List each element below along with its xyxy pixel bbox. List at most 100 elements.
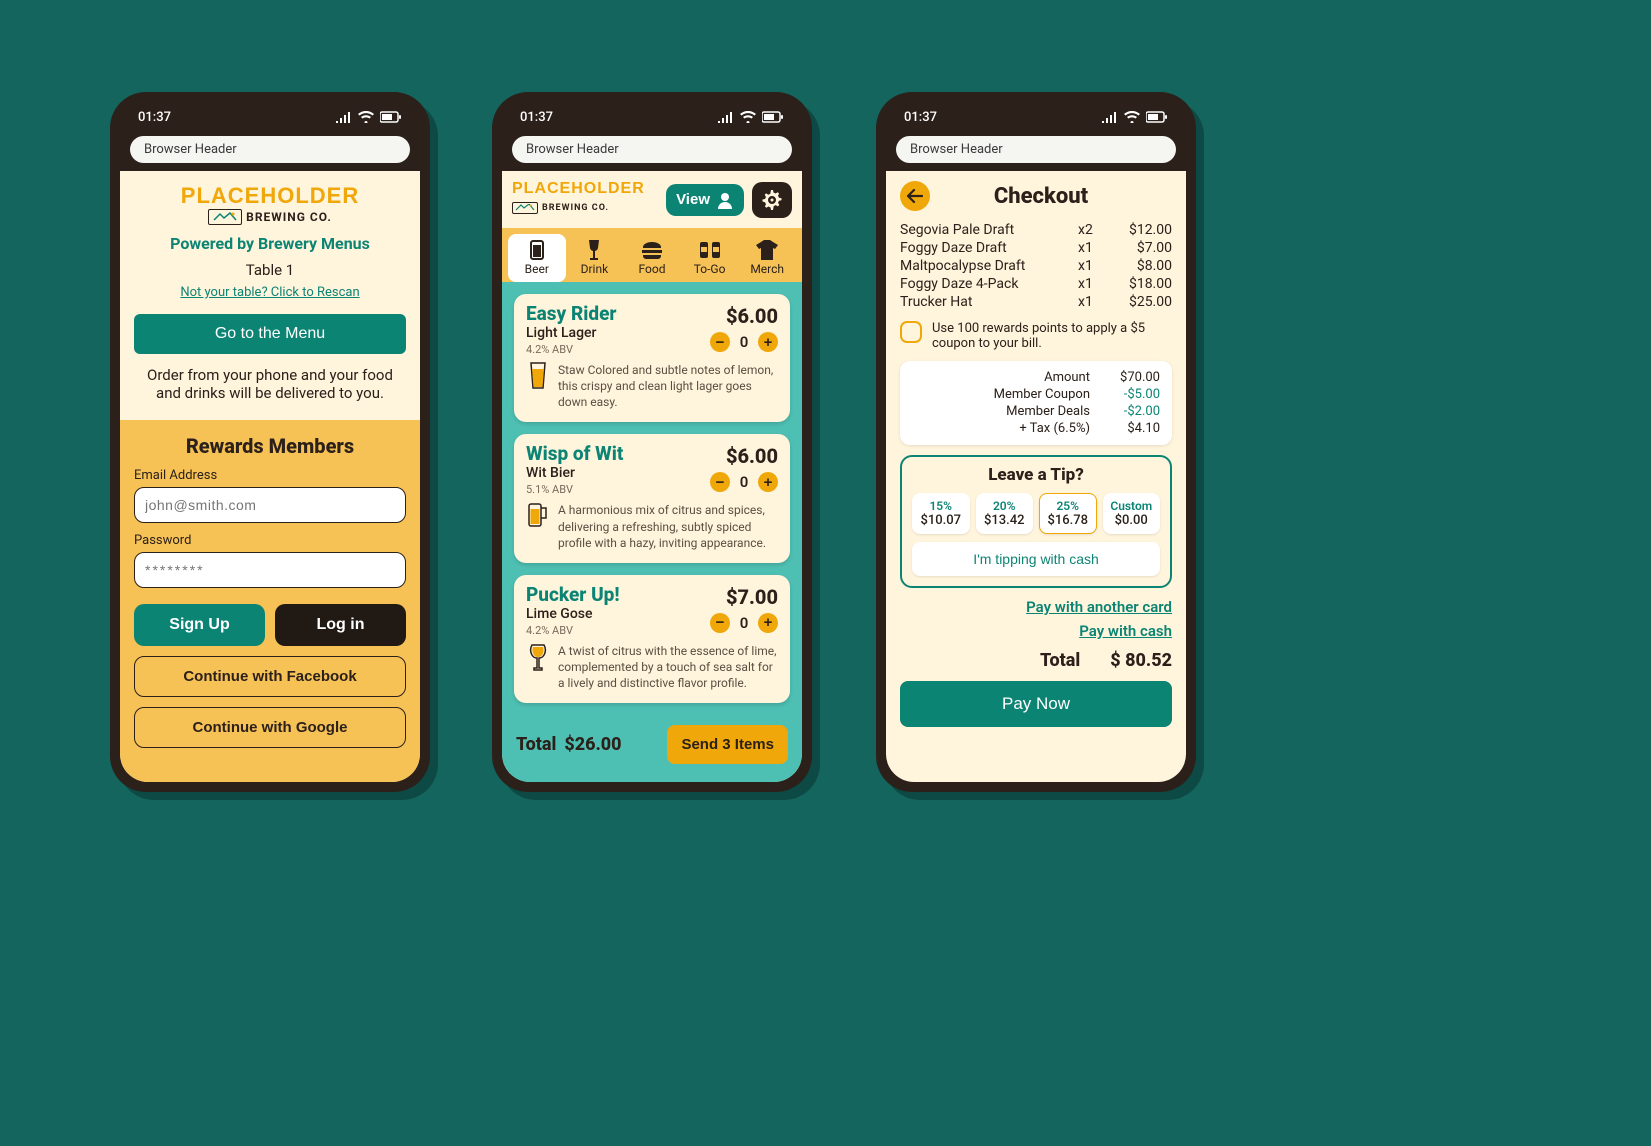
qty-plus-button[interactable]: + [758,332,778,352]
browser-header[interactable]: Browser Header [130,136,410,163]
rewards-title: Rewards Members [134,434,406,458]
email-field[interactable] [134,487,406,523]
password-field[interactable] [134,552,406,588]
battery-icon [762,111,784,123]
facebook-button[interactable]: Continue with Facebook [134,656,406,697]
logo-text-1: PLACEHOLDER [512,181,645,197]
beer-name: Pucker Up! [526,585,620,606]
back-button[interactable] [900,181,930,211]
tab-beer[interactable]: Beer [508,234,566,282]
battery-icon [1146,111,1168,123]
beer-style: Wit Bier [526,465,623,481]
status-time: 01:37 [138,110,171,125]
beer-style: Light Lager [526,325,616,341]
total-value: $26.00 [564,734,621,755]
status-icons [1102,111,1168,123]
browser-header[interactable]: Browser Header [896,136,1176,163]
tab-label: Drink [581,262,609,276]
tab-togo[interactable]: To-Go [681,234,739,282]
qty-plus-button[interactable]: + [758,472,778,492]
order-line: Trucker Hatx1$25.00 [900,293,1172,311]
menu-item: Easy Rider Light Lager 4.2% ABV $6.00 − … [514,294,790,422]
tip-25[interactable]: 25%$16.78 [1039,493,1097,534]
beer-desc: A twist of citrus with the essence of li… [558,643,778,692]
qty-minus-button[interactable]: − [710,613,730,633]
beer-icon [510,238,564,262]
category-tabs: Beer Drink Food To-Go Merch [502,228,802,282]
pay-now-button[interactable]: Pay Now [900,681,1172,727]
user-icon [716,191,734,209]
logo-text-2: BREWING CO. [246,210,332,224]
send-items-button[interactable]: Send 3 Items [667,725,788,764]
browser-header-bar: Browser Header [502,132,802,171]
phone-inner: 01:37 Browser Header PLACEHOLDER BREWING… [502,102,802,782]
beer-price: $6.00 [710,304,778,328]
beer-abv: 4.2% ABV [526,624,620,637]
qty-value: 0 [738,614,750,632]
view-button[interactable]: View [666,184,744,216]
settings-button[interactable] [752,182,792,218]
beer-price: $7.00 [710,585,778,609]
checkout-title: Checkout [940,184,1142,209]
tab-merch[interactable]: Merch [738,234,796,282]
qty-plus-button[interactable]: + [758,613,778,633]
pay-another-card-link[interactable]: Pay with another card [900,598,1172,616]
beer-abv: 4.2% ABV [526,343,616,356]
footer-total: Total $26.00 [516,734,622,755]
menu-footer: Total $26.00 Send 3 Items [502,711,802,782]
coupon-checkbox[interactable] [900,321,922,343]
tip-cash-button[interactable]: I'm tipping with cash [912,542,1160,576]
browser-header[interactable]: Browser Header [512,136,792,163]
status-time: 01:37 [520,110,553,125]
pay-cash-link[interactable]: Pay with cash [900,622,1172,640]
tip-card: Leave a Tip? 15%$10.07 20%$13.42 25%$16.… [900,455,1172,588]
grand-total-label: Total [1040,650,1080,671]
tab-drink[interactable]: Drink [566,234,624,282]
beer-name: Easy Rider [526,304,616,325]
burger-icon [625,238,679,262]
qty-value: 0 [738,333,750,351]
wine-icon [568,238,622,262]
logo-mark-icon [512,202,538,214]
status-bar: 01:37 [502,102,802,132]
status-bar: 01:37 [886,102,1186,132]
logo-text-1: PLACEHOLDER [134,185,406,207]
login-screen: PLACEHOLDER BREWING CO. Powered by Brewe… [120,171,420,782]
tip-20[interactable]: 20%$13.42 [976,493,1034,534]
grand-total: Total $ 80.52 [900,650,1172,671]
go-to-menu-button[interactable]: Go to the Menu [134,314,406,354]
beer-desc: A harmonious mix of citrus and spices, d… [558,502,778,551]
status-bar: 01:37 [120,102,420,132]
beer-desc: Staw Colored and subtle notes of lemon, … [558,362,778,411]
qty-minus-button[interactable]: − [710,472,730,492]
phone-checkout: 01:37 Browser Header Checkout Segovia Pa… [876,92,1196,792]
phone-inner: 01:37 Browser Header PLACEHOLDER BREWING… [120,102,420,782]
coupon-text: Use 100 rewards points to apply a $5 cou… [932,321,1172,351]
tip-15[interactable]: 15%$10.07 [912,493,970,534]
wifi-icon [358,111,374,123]
qty-minus-button[interactable]: − [710,332,730,352]
checkout-screen: Checkout Segovia Pale Draftx2$12.00 Fogg… [886,171,1186,782]
order-line: Foggy Daze 4-Packx1$18.00 [900,275,1172,293]
logo-mark-icon [208,209,242,225]
order-line: Segovia Pale Draftx2$12.00 [900,221,1172,239]
tab-food[interactable]: Food [623,234,681,282]
rescan-link[interactable]: Not your table? Click to Rescan [180,285,359,300]
pint-glass-icon [526,362,550,411]
order-line: Maltpocalypse Draftx1$8.00 [900,257,1172,275]
tip-custom[interactable]: Custom$0.00 [1103,493,1161,534]
signup-button[interactable]: Sign Up [134,604,265,646]
arrow-left-icon [907,189,923,203]
status-icons [336,111,402,123]
menu-list[interactable]: Easy Rider Light Lager 4.2% ABV $6.00 − … [502,282,802,711]
mug-icon [526,502,550,551]
menu-item: Pucker Up! Lime Gose 4.2% ABV $7.00 − 0 … [514,575,790,703]
signal-icon [1102,111,1118,123]
status-icons [718,111,784,123]
signal-icon [336,111,352,123]
google-button[interactable]: Continue with Google [134,707,406,748]
tab-label: Beer [525,262,549,276]
login-button[interactable]: Log in [275,604,406,646]
email-label: Email Address [134,468,406,483]
beer-style: Lime Gose [526,606,620,622]
